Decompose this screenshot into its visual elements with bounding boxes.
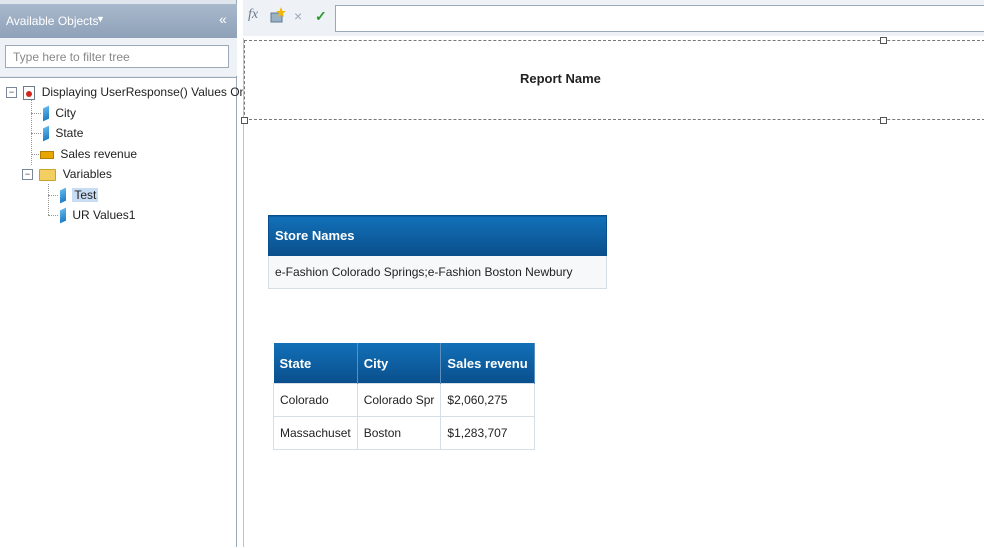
resize-handle[interactable] xyxy=(880,117,887,124)
create-variable-icon-svg xyxy=(270,7,286,23)
cancel-icon[interactable]: × xyxy=(294,8,302,24)
available-objects-panel: Available Objects ▼ « − Displaying UserR… xyxy=(0,0,258,548)
column-header-state[interactable]: State xyxy=(273,343,358,384)
table-row: Massachuset Boston $1,283,707 xyxy=(273,416,535,450)
store-names-header[interactable]: Store Names xyxy=(268,215,607,256)
tree-line xyxy=(48,215,58,216)
tree-item-label: City xyxy=(55,106,77,120)
folder-icon xyxy=(39,168,57,181)
column-header-sales-revenue[interactable]: Sales revenu xyxy=(440,343,535,384)
document-icon xyxy=(23,85,36,100)
dimension-icon xyxy=(60,207,66,224)
resize-handle[interactable] xyxy=(241,117,248,124)
report-canvas: Report Name Store Names e-Fashion Colora… xyxy=(241,37,984,547)
report-header-section[interactable]: Report Name xyxy=(244,40,984,120)
table-cell[interactable]: Colorado xyxy=(273,383,358,417)
tree-line xyxy=(48,184,49,215)
tree-item-label: Test xyxy=(72,188,99,202)
tree-item-label: Sales revenue xyxy=(60,147,138,161)
tree-item-test[interactable]: Test xyxy=(60,185,99,205)
panel-header: Available Objects ▼ « xyxy=(0,4,237,38)
formula-editor-icon[interactable]: fx xyxy=(248,7,258,23)
table-cell[interactable]: $1,283,707 xyxy=(440,416,535,450)
tree-item-city[interactable]: City xyxy=(43,103,76,123)
table-cell[interactable]: $2,060,275 xyxy=(440,383,535,417)
collapse-panel-icon[interactable]: « xyxy=(219,11,227,27)
tree-item-sales-revenue[interactable]: Sales revenue xyxy=(40,144,137,164)
table-cell[interactable]: Boston xyxy=(356,416,442,450)
filter-tree-input[interactable] xyxy=(5,45,229,68)
store-names-table[interactable]: Store Names e-Fashion Colorado Springs;e… xyxy=(268,215,607,289)
dimension-icon xyxy=(43,125,49,142)
filter-bar xyxy=(0,38,237,76)
dimension-icon xyxy=(60,187,66,204)
store-names-cell[interactable]: e-Fashion Colorado Springs;e-Fashion Bos… xyxy=(268,255,607,289)
table-header-row: Store Names xyxy=(268,215,607,256)
create-variable-icon[interactable] xyxy=(270,7,286,26)
tree-line xyxy=(31,113,41,114)
resize-handle[interactable] xyxy=(880,37,887,44)
tree-line xyxy=(31,133,41,134)
tree-item-label: UR Values1 xyxy=(72,208,136,222)
table-cell[interactable]: Massachuset xyxy=(273,416,358,450)
tree-item-state[interactable]: State xyxy=(43,123,83,143)
tree-line xyxy=(48,195,58,196)
table-row: e-Fashion Colorado Springs;e-Fashion Bos… xyxy=(268,255,607,289)
object-tree: − Displaying UserResponse() Values On S … xyxy=(0,77,258,548)
tree-item-label: Displaying UserResponse() Values On S xyxy=(41,85,258,99)
tree-item-label: State xyxy=(55,126,84,140)
report-name[interactable]: Report Name xyxy=(520,71,601,86)
panel-title[interactable]: Available Objects xyxy=(6,14,99,28)
tree-item-label: Variables xyxy=(62,167,112,181)
tree-item-variables[interactable]: − Variables xyxy=(22,164,112,184)
tree-item-ur-values1[interactable]: UR Values1 xyxy=(60,205,135,225)
table-row: Colorado Colorado Spr $2,060,275 xyxy=(273,383,535,417)
formula-toolbar: fx × ✓ xyxy=(243,0,984,36)
formula-input[interactable] xyxy=(335,5,984,32)
sales-table[interactable]: State City Sales revenu Colorado Colorad… xyxy=(273,343,535,450)
collapse-node-icon[interactable]: − xyxy=(22,169,33,181)
column-header-city[interactable]: City xyxy=(357,343,442,384)
table-cell[interactable]: Colorado Spr xyxy=(356,383,442,417)
tree-item-document[interactable]: − Displaying UserResponse() Values On S xyxy=(6,82,258,102)
dropdown-caret-icon[interactable]: ▼ xyxy=(96,14,105,24)
dimension-icon xyxy=(43,105,49,122)
measure-icon xyxy=(40,150,54,159)
collapse-node-icon[interactable]: − xyxy=(6,87,17,99)
validate-icon[interactable]: ✓ xyxy=(315,8,327,25)
table-header-row: State City Sales revenu xyxy=(273,343,535,384)
